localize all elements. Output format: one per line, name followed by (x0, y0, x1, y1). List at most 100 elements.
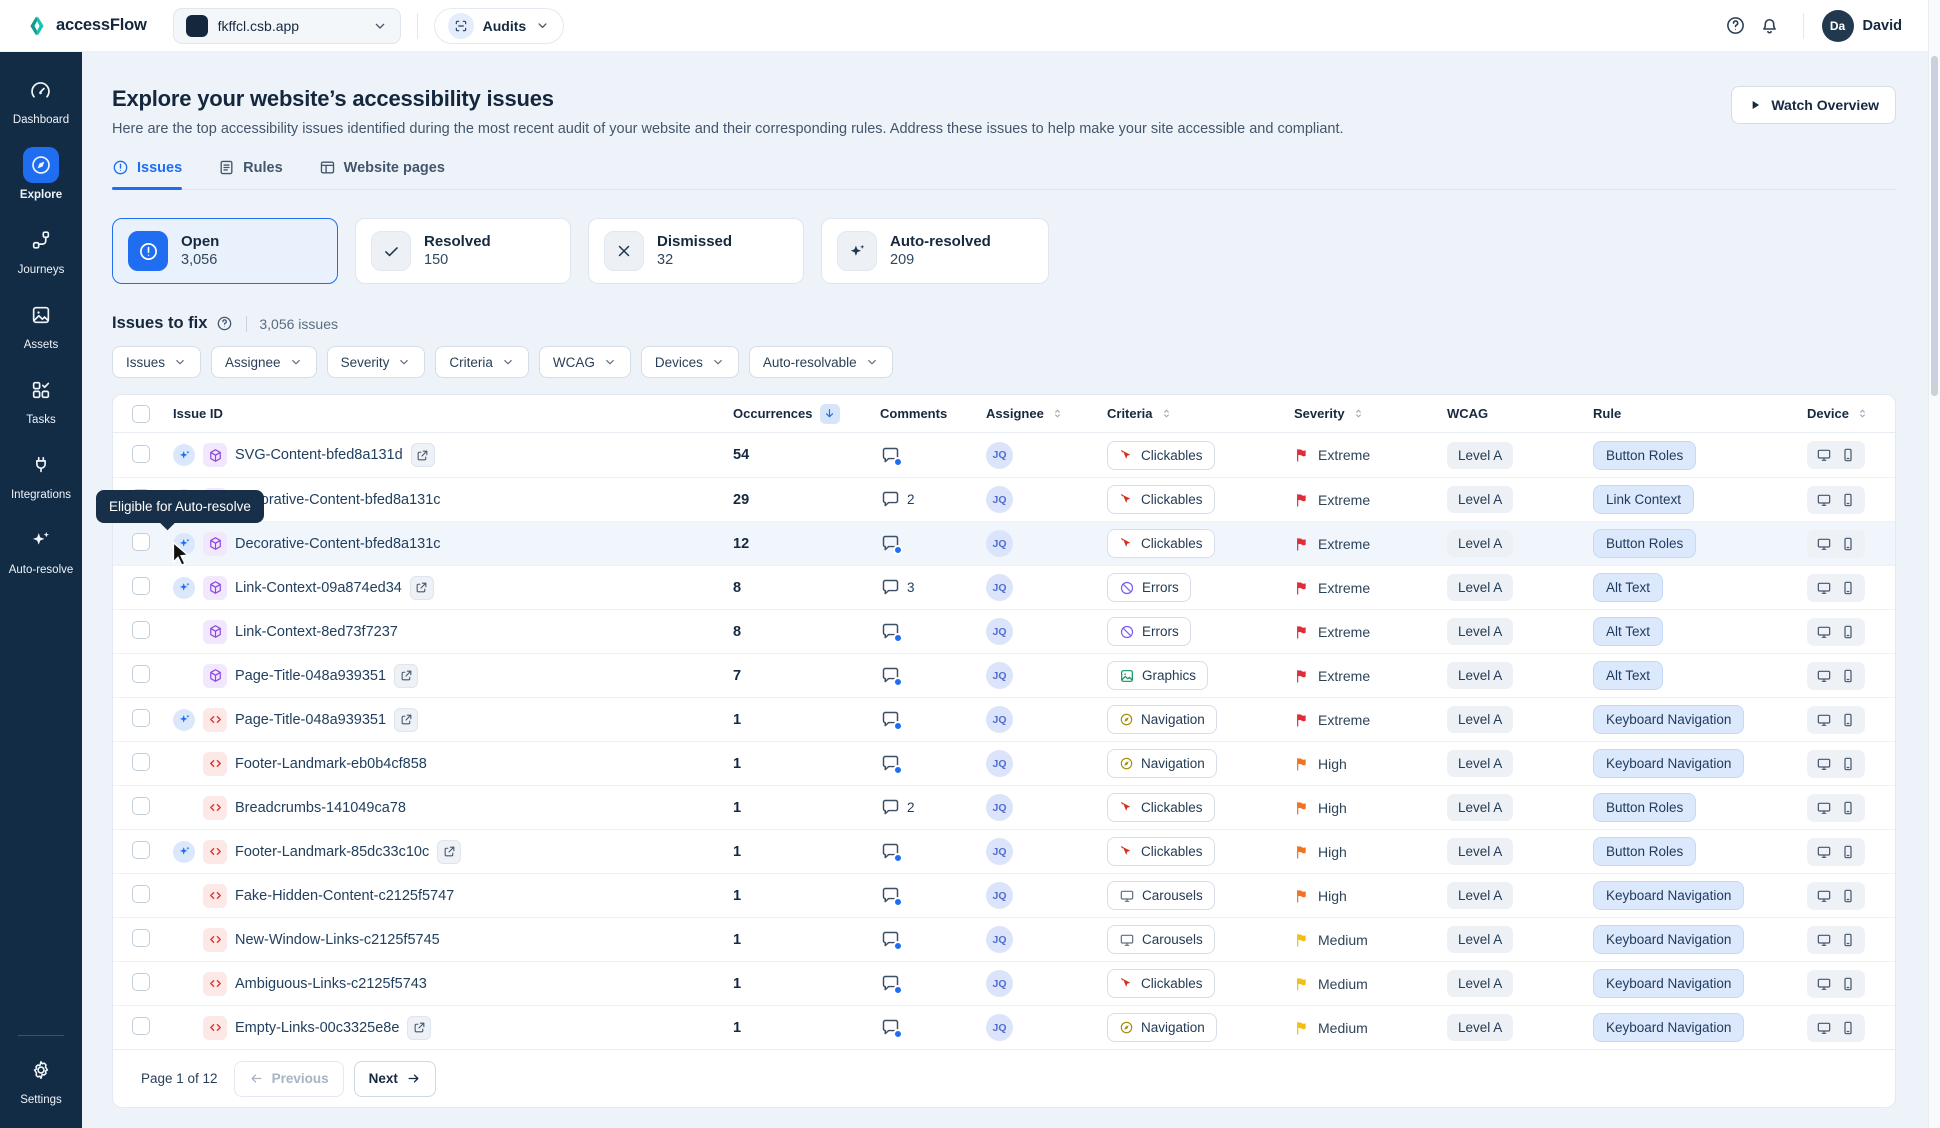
criteria-badge[interactable]: Clickables (1107, 969, 1215, 998)
issue-id[interactable]: Footer-Landmark-85dc33c10c (235, 844, 429, 860)
comments-cell[interactable] (880, 1017, 986, 1038)
user-avatar[interactable]: Da (1822, 10, 1854, 42)
rule-badge[interactable]: Link Context (1593, 485, 1694, 514)
tab-rules[interactable]: Rules (218, 159, 283, 189)
device-icons[interactable] (1807, 882, 1865, 910)
device-icons[interactable] (1807, 1014, 1865, 1042)
issue-id[interactable]: Breadcrumbs-141049ca78 (235, 800, 406, 816)
sort-icon[interactable] (1051, 407, 1064, 420)
tab-website-pages[interactable]: Website pages (319, 159, 445, 189)
rule-badge[interactable]: Keyboard Navigation (1593, 969, 1744, 998)
assignee-avatar[interactable]: JQ (986, 750, 1013, 777)
row-checkbox[interactable] (132, 445, 150, 463)
comments-cell[interactable] (880, 533, 986, 554)
comments-cell[interactable] (880, 929, 986, 950)
issue-id[interactable]: Decorative-Content-bfed8a131c (235, 492, 441, 508)
auto-resolve-eligible-icon[interactable] (173, 841, 195, 863)
criteria-badge[interactable]: Clickables (1107, 837, 1215, 866)
assignee-avatar[interactable]: JQ (986, 794, 1013, 821)
sidebar-item-integrations[interactable]: Integrations (11, 447, 71, 501)
tab-issues[interactable]: Issues (112, 159, 182, 189)
filter-severity[interactable]: Severity (327, 346, 426, 378)
comments-cell[interactable] (880, 621, 986, 642)
device-icons[interactable] (1807, 926, 1865, 954)
issue-id[interactable]: New-Window-Links-c2125f5745 (235, 932, 440, 948)
filter-auto-resolvable[interactable]: Auto-resolvable (749, 346, 893, 378)
assignee-avatar[interactable]: JQ (986, 442, 1013, 469)
device-icons[interactable] (1807, 486, 1865, 514)
criteria-badge[interactable]: Clickables (1107, 485, 1215, 514)
assignee-avatar[interactable]: JQ (986, 838, 1013, 865)
scrollbar-thumb[interactable] (1931, 56, 1938, 396)
sort-icon[interactable] (1160, 407, 1173, 420)
issue-id[interactable]: SVG-Content-bfed8a131d (235, 447, 403, 463)
row-checkbox[interactable] (132, 1017, 150, 1035)
status-card-dismissed[interactable]: Dismissed32 (588, 218, 804, 284)
assignee-avatar[interactable]: JQ (986, 926, 1013, 953)
row-checkbox[interactable] (132, 709, 150, 727)
criteria-badge[interactable]: Errors (1107, 617, 1191, 646)
sidebar-item-tasks[interactable]: Tasks (23, 372, 59, 426)
filter-devices[interactable]: Devices (641, 346, 739, 378)
sort-icon[interactable] (1352, 407, 1365, 420)
rule-badge[interactable]: Button Roles (1593, 529, 1696, 558)
device-icons[interactable] (1807, 441, 1865, 469)
sidebar-item-auto-resolve[interactable]: Auto-resolve (9, 522, 74, 576)
sidebar-item-dashboard[interactable]: Dashboard (13, 72, 69, 126)
assignee-avatar[interactable]: JQ (986, 706, 1013, 733)
comments-cell[interactable] (880, 445, 986, 466)
scrollbar-track[interactable] (1928, 0, 1940, 1128)
criteria-badge[interactable]: Graphics (1107, 661, 1208, 690)
rule-badge[interactable]: Alt Text (1593, 661, 1663, 690)
device-icons[interactable] (1807, 970, 1865, 998)
issue-id[interactable]: Link-Context-8ed73f7237 (235, 624, 398, 640)
rule-badge[interactable]: Keyboard Navigation (1593, 1013, 1744, 1042)
comments-cell[interactable] (880, 753, 986, 774)
filter-assignee[interactable]: Assignee (211, 346, 317, 378)
criteria-badge[interactable]: Clickables (1107, 441, 1215, 470)
row-checkbox[interactable] (132, 533, 150, 551)
comments-cell[interactable] (880, 885, 986, 906)
open-issue-icon[interactable] (407, 1016, 431, 1040)
criteria-badge[interactable]: Errors (1107, 573, 1191, 602)
open-issue-icon[interactable] (411, 443, 435, 467)
assignee-avatar[interactable]: JQ (986, 486, 1013, 513)
next-page-button[interactable]: Next (354, 1061, 436, 1097)
project-selector[interactable]: fkffcl.csb.app (173, 8, 401, 44)
sidebar-item-settings[interactable]: Settings (20, 1052, 62, 1106)
comments-cell[interactable] (880, 709, 986, 730)
criteria-badge[interactable]: Clickables (1107, 529, 1215, 558)
comments-cell[interactable]: 2 (880, 797, 986, 818)
status-card-open[interactable]: Open3,056 (112, 218, 338, 284)
filter-wcag[interactable]: WCAG (539, 346, 631, 378)
device-icons[interactable] (1807, 706, 1865, 734)
device-icons[interactable] (1807, 574, 1865, 602)
issue-id[interactable]: Empty-Links-00c3325e8e (235, 1020, 399, 1036)
rule-badge[interactable]: Keyboard Navigation (1593, 881, 1744, 910)
user-name[interactable]: David (1863, 18, 1903, 34)
device-icons[interactable] (1807, 662, 1865, 690)
filter-issues[interactable]: Issues (112, 346, 201, 378)
issue-id[interactable]: Ambiguous-Links-c2125f5743 (235, 976, 427, 992)
rule-badge[interactable]: Keyboard Navigation (1593, 705, 1744, 734)
issue-id[interactable]: Page-Title-048a939351 (235, 712, 386, 728)
row-checkbox[interactable] (132, 929, 150, 947)
row-checkbox[interactable] (132, 797, 150, 815)
open-issue-icon[interactable] (410, 576, 434, 600)
rule-badge[interactable]: Keyboard Navigation (1593, 925, 1744, 954)
criteria-badge[interactable]: Navigation (1107, 705, 1217, 734)
row-checkbox[interactable] (132, 973, 150, 991)
issue-id[interactable]: Fake-Hidden-Content-c2125f5747 (235, 888, 454, 904)
open-issue-icon[interactable] (437, 840, 461, 864)
row-checkbox[interactable] (132, 841, 150, 859)
sidebar-item-journeys[interactable]: Journeys (18, 222, 65, 276)
rule-badge[interactable]: Keyboard Navigation (1593, 749, 1744, 778)
assignee-avatar[interactable]: JQ (986, 574, 1013, 601)
sidebar-item-assets[interactable]: Assets (23, 297, 59, 351)
issue-id[interactable]: Link-Context-09a874ed34 (235, 580, 402, 596)
previous-page-button[interactable]: Previous (234, 1061, 344, 1097)
issue-id[interactable]: Footer-Landmark-eb0b4cf858 (235, 756, 427, 772)
auto-resolve-eligible-icon[interactable] (173, 444, 195, 466)
device-icons[interactable] (1807, 838, 1865, 866)
select-all-checkbox[interactable] (132, 405, 150, 423)
